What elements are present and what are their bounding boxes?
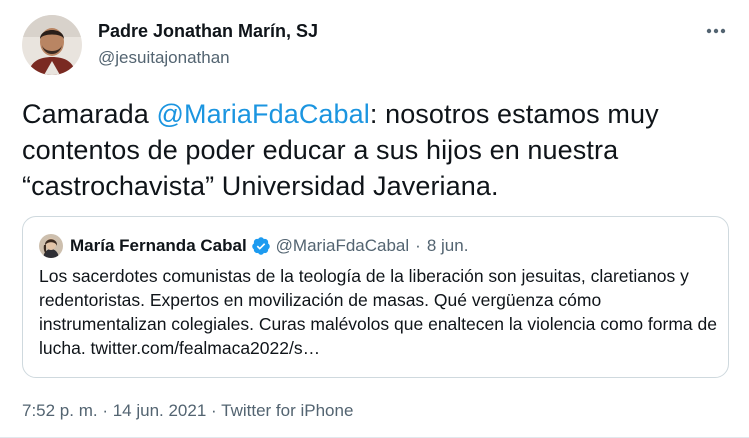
quoted-tweet-date: 8 jun. — [426, 236, 469, 255]
quoted-tweet-text: Los sacerdotes comunistas de la teología… — [39, 266, 717, 358]
author-handle[interactable]: @jesuitajonathan — [98, 48, 230, 68]
tweet-text-before: Camarada — [22, 99, 157, 129]
quoted-author-handle: @MariaFdaCabal — [275, 236, 410, 255]
more-horizontal-icon — [706, 28, 726, 34]
more-options-button[interactable] — [703, 18, 729, 44]
quoted-header-separator: · — [415, 236, 421, 255]
author-avatar-image — [22, 15, 82, 75]
meta-separator: · — [211, 401, 217, 420]
tweet-card: Padre Jonathan Marín, SJ @jesuitajonatha… — [0, 0, 749, 438]
quoted-tweet-card[interactable]: María Fernanda Cabal @MariaFdaCabal · 8 … — [22, 216, 729, 378]
verified-badge-icon — [251, 237, 270, 255]
quoted-author-avatar — [39, 234, 63, 258]
tweet-timestamp-link[interactable]: 7:52 p. m. · 14 jun. 2021 — [22, 401, 206, 420]
author-name[interactable]: Padre Jonathan Marín, SJ — [98, 21, 318, 42]
author-avatar[interactable] — [22, 15, 82, 75]
quoted-author-avatar-image — [39, 234, 63, 258]
tweet-source-label[interactable]: Twitter for iPhone — [221, 401, 353, 420]
tweet-mention-link[interactable]: @MariaFdaCabal — [156, 99, 369, 129]
quoted-tweet-header: María Fernanda Cabal @MariaFdaCabal · 8 … — [39, 234, 468, 258]
tweet-text: Camarada @MariaFdaCabal: nosotros estamo… — [22, 96, 722, 204]
quoted-author-name: María Fernanda Cabal — [70, 236, 247, 255]
tweet-meta: 7:52 p. m. · 14 jun. 2021 · Twitter for … — [22, 401, 353, 421]
